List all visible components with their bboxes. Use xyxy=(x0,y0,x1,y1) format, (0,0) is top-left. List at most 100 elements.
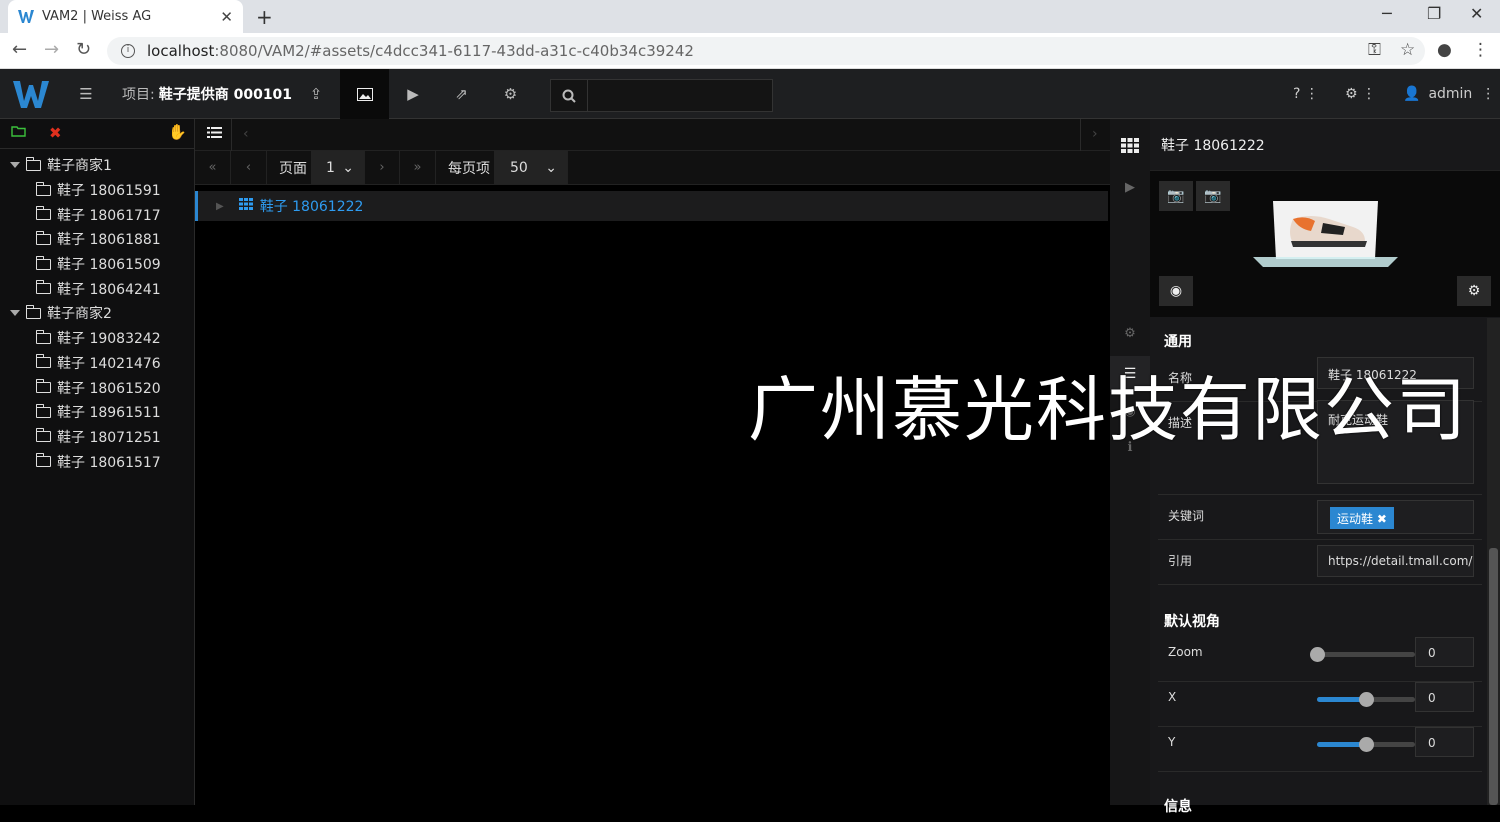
settings-gear-icon[interactable]: ⚙ xyxy=(486,69,535,119)
prev-page-button[interactable]: ‹ xyxy=(231,151,267,184)
y-value-field[interactable]: 0 xyxy=(1415,727,1474,757)
tree-item[interactable]: 鞋子 18061881 xyxy=(0,227,194,252)
y-slider[interactable] xyxy=(1317,737,1415,752)
caret-down-icon[interactable] xyxy=(10,162,20,169)
browser-tab[interactable]: VAM2 | Weiss AG ✕ xyxy=(8,0,243,33)
cogs-tab-icon[interactable]: ⚙ xyxy=(1110,315,1150,351)
search-icon[interactable] xyxy=(551,80,588,111)
zoom-row: Zoom 0 xyxy=(1158,637,1482,682)
keywords-field[interactable]: 运动鞋 ✖ xyxy=(1317,500,1474,534)
close-window-icon[interactable]: ✕ xyxy=(1470,4,1483,23)
search-box[interactable] xyxy=(550,79,773,112)
folder-icon xyxy=(36,255,51,270)
tree-item[interactable]: 鞋子 18061717 xyxy=(0,202,194,227)
browser-menu-icon[interactable]: ⋮ xyxy=(1472,40,1489,60)
next-page-button[interactable]: › xyxy=(364,151,400,184)
cogs-icon: ⚙ xyxy=(1345,86,1358,102)
tree-item[interactable]: 鞋子 18064241 xyxy=(0,276,194,301)
tree-item[interactable]: 鞋子 14021476 xyxy=(0,351,194,376)
tree-item[interactable]: 鞋子 18061591 xyxy=(0,178,194,203)
maximize-icon[interactable]: ❐ xyxy=(1427,4,1441,23)
site-info-icon[interactable]: i xyxy=(121,44,135,58)
menu-list-icon[interactable]: ☰ xyxy=(66,69,106,119)
per-page-select[interactable]: 50 ⌄ xyxy=(494,151,567,184)
x-value-field[interactable]: 0 xyxy=(1415,682,1474,712)
y-row: Y 0 xyxy=(1158,727,1482,772)
folder-icon xyxy=(36,428,51,443)
tree-item[interactable]: 鞋子 18061520 xyxy=(0,375,194,400)
reference-row: 引用 https://detail.tmall.com/ite xyxy=(1158,540,1482,585)
assets-image-icon[interactable] xyxy=(340,69,389,119)
tree-group[interactable]: 鞋子商家2 xyxy=(0,301,194,326)
detail-scrollbar-thumb[interactable] xyxy=(1489,548,1498,805)
project-selector[interactable]: 项目: 鞋子提供商 000101 xyxy=(122,69,292,119)
list-view-icon[interactable] xyxy=(207,126,222,143)
camera-add-icon[interactable]: 📷 xyxy=(1159,181,1193,211)
scroll-right-icon[interactable]: › xyxy=(1092,126,1098,142)
scroll-left-icon[interactable]: ‹ xyxy=(243,126,249,142)
grid-icon xyxy=(238,198,253,214)
play-icon[interactable]: ▶ xyxy=(1110,169,1150,205)
browser-tab-title: VAM2 | Weiss AG xyxy=(42,9,152,24)
zoom-slider-knob[interactable] xyxy=(1310,647,1325,662)
add-folder-icon[interactable] xyxy=(11,125,26,141)
page-select[interactable]: 1 ⌄ xyxy=(311,151,364,184)
remove-tag-icon[interactable]: ✖ xyxy=(1377,512,1387,526)
pagination-bar: « ‹ 页面 1 ⌄ › » 每页项 50 ⌄ xyxy=(195,151,1110,185)
zoom-value-field[interactable]: 0 xyxy=(1415,637,1474,667)
upload-icon[interactable]: ⇪ xyxy=(292,69,340,119)
url-host: localhost xyxy=(147,42,215,60)
grid-view-icon[interactable] xyxy=(1110,127,1150,163)
tree-item[interactable]: 鞋子 18061509 xyxy=(0,252,194,277)
tree-item[interactable]: 鞋子 18961511 xyxy=(0,400,194,425)
drag-hand-icon[interactable]: ✋ xyxy=(168,123,187,141)
folder-icon xyxy=(36,354,51,369)
detail-scrollbar[interactable] xyxy=(1487,318,1500,805)
tree-item-label: 鞋子 19083242 xyxy=(57,331,161,348)
play-circle-icon[interactable]: ▶ xyxy=(389,69,437,119)
delete-icon[interactable]: ✖ xyxy=(49,124,62,142)
x-slider[interactable] xyxy=(1317,692,1415,707)
user-menu[interactable]: 👤 admin ⋮ xyxy=(1403,69,1495,119)
detail-tab-strip: ▶ ⚙ ☰ ◉ ℹ xyxy=(1110,119,1150,805)
y-label: Y xyxy=(1168,735,1176,749)
project-name: 鞋子提供商 000101 xyxy=(158,87,293,103)
tree-item[interactable]: 鞋子 19083242 xyxy=(0,326,194,351)
caret-down-icon[interactable] xyxy=(10,310,20,317)
vam-logo[interactable] xyxy=(12,79,50,109)
new-tab-button[interactable]: + xyxy=(256,5,273,29)
address-bar[interactable]: i localhost:8080/VAM2/#assets/c4dcc341-6… xyxy=(107,37,1425,65)
screenshot-camera-icon[interactable]: ◉ xyxy=(1159,276,1193,306)
x-slider-knob[interactable] xyxy=(1359,692,1374,707)
help-menu[interactable]: ? ⋮ xyxy=(1293,69,1319,119)
folder-icon xyxy=(36,403,51,418)
profile-icon[interactable]: ● xyxy=(1437,40,1452,60)
tree-item[interactable]: 鞋子 18071251 xyxy=(0,425,194,450)
first-page-button[interactable]: « xyxy=(195,151,231,184)
per-page-select-value: 50 xyxy=(510,159,528,176)
list-item[interactable]: ▶ 鞋子 18061222 xyxy=(195,191,1108,221)
reference-field[interactable]: https://detail.tmall.com/ite xyxy=(1317,545,1474,577)
close-tab-icon[interactable]: ✕ xyxy=(220,8,233,26)
external-link-icon[interactable]: ⇗ xyxy=(437,69,486,119)
y-slider-knob[interactable] xyxy=(1359,737,1374,752)
tree-item[interactable]: 鞋子 18061517 xyxy=(0,449,194,474)
preview-settings-icon[interactable]: ⚙ xyxy=(1457,276,1491,306)
back-icon[interactable]: ← xyxy=(12,39,27,60)
admin-settings-menu[interactable]: ⚙ ⋮ xyxy=(1345,69,1376,119)
minimize-icon[interactable]: ─ xyxy=(1382,4,1392,23)
folder-icon xyxy=(36,453,51,468)
bookmark-star-icon[interactable]: ☆ xyxy=(1400,40,1415,60)
expand-caret-icon[interactable]: ▶ xyxy=(216,201,224,212)
last-page-button[interactable]: » xyxy=(400,151,436,184)
tree-item-label: 鞋子 14021476 xyxy=(57,355,161,372)
forward-icon[interactable]: → xyxy=(44,39,59,60)
tree-group[interactable]: 鞋子商家1 xyxy=(0,153,194,178)
tree-group-label: 鞋子商家1 xyxy=(47,158,112,175)
zoom-slider[interactable] xyxy=(1310,647,1415,662)
key-icon[interactable]: ⚿ xyxy=(1368,40,1381,60)
camera-play-icon[interactable]: 📷 xyxy=(1196,181,1230,211)
reload-icon[interactable]: ↻ xyxy=(76,39,91,60)
tree-item-label: 鞋子 18064241 xyxy=(57,281,161,298)
keywords-label: 关键词 xyxy=(1168,509,1205,523)
